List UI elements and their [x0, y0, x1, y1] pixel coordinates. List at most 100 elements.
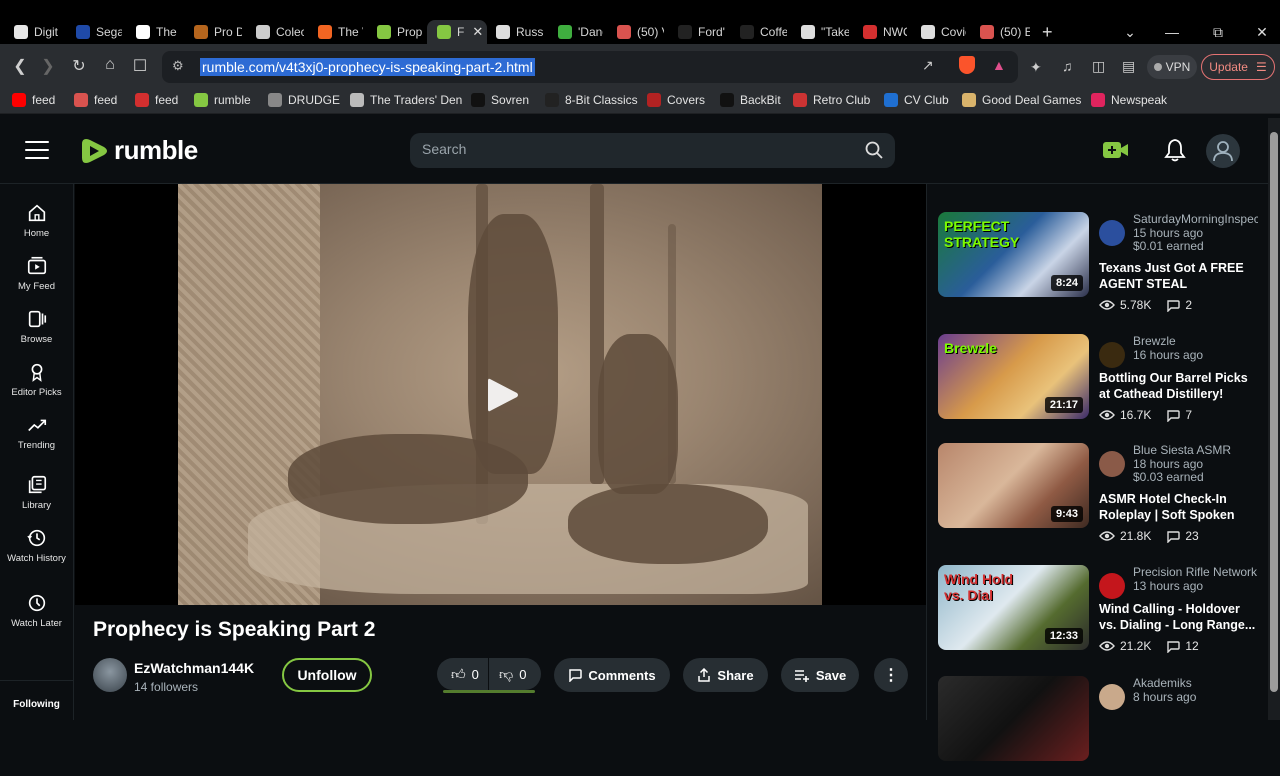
update-button[interactable]: Update ☰ — [1201, 54, 1275, 80]
related-channel-avatar[interactable] — [1099, 573, 1125, 599]
bookmark-item[interactable]: Good Deal Games — [962, 93, 1081, 107]
bookmark-item[interactable]: DRUDGE — [268, 93, 340, 107]
sidebar-item-library[interactable]: Library — [0, 474, 73, 511]
sidebar-toggle-icon[interactable]: ◫ — [1092, 58, 1105, 75]
browser-tab[interactable]: Digit — [4, 20, 62, 44]
vpn-button[interactable]: VPN — [1147, 55, 1197, 79]
browser-tab[interactable]: (50) E — [970, 20, 1030, 44]
new-tab-button[interactable]: + — [1042, 22, 1053, 43]
related-channel-avatar[interactable] — [1099, 684, 1125, 710]
related-channel-avatar[interactable] — [1099, 220, 1125, 246]
related-video-card[interactable]: Brewzle 21:17 Brewzle 16 hours ago Bottling … — [938, 334, 1258, 434]
bookmark-item[interactable]: Covers — [647, 93, 705, 107]
tab-search-chevron-icon[interactable]: ⌄ — [1108, 20, 1152, 44]
browser-tab[interactable]: Pro D — [184, 20, 242, 44]
close-tab-icon[interactable]: ✕ — [472, 24, 483, 40]
browser-tab[interactable]: F ✕ — [427, 20, 487, 44]
bookmark-item[interactable]: CV Club — [884, 93, 949, 107]
sidebar-item-watch-history[interactable]: Watch History — [0, 527, 73, 564]
related-video-card[interactable]: Wind Hold vs. Dial 12:33 Precision Rifle N… — [938, 565, 1258, 665]
browser-tab[interactable]: "Take — [791, 20, 849, 44]
brave-rewards-icon[interactable]: ▲ — [992, 57, 1006, 73]
sidebar-item-editor-picks[interactable]: Editor Picks — [0, 361, 73, 398]
forward-button[interactable]: ❯ — [38, 56, 58, 76]
search-icon[interactable] — [865, 141, 883, 159]
reload-button[interactable]: ↻ — [69, 56, 89, 76]
comments-button[interactable]: Comments — [554, 658, 670, 692]
bookmark-item[interactable]: Newspeak — [1091, 93, 1167, 107]
home-button[interactable]: ⌂ — [100, 56, 120, 74]
restore-button[interactable]: ⧉ — [1196, 20, 1240, 44]
bookmark-item[interactable]: rumble — [194, 93, 251, 107]
following-section-label[interactable]: Following — [0, 680, 73, 710]
search-input[interactable] — [422, 141, 842, 157]
sidebar-item-watch-later[interactable]: Watch Later — [0, 592, 73, 629]
minimize-button[interactable]: — — [1150, 20, 1194, 44]
browser-tab[interactable]: Sega — [66, 20, 122, 44]
site-info-icon[interactable]: ⚙ — [172, 58, 184, 74]
upvote-button[interactable]: 👍︎ 0 — [437, 658, 489, 690]
extensions-icon[interactable]: ✦ — [1030, 59, 1042, 76]
related-channel-name[interactable]: Blue Siesta ASMR — [1133, 443, 1258, 457]
play-button-icon[interactable] — [486, 376, 520, 414]
hamburger-menu-icon[interactable] — [25, 141, 49, 159]
related-channel-avatar[interactable] — [1099, 451, 1125, 477]
browser-tab[interactable]: Russi — [486, 20, 544, 44]
related-video-thumbnail[interactable]: Wind Hold vs. Dial 12:33 — [938, 565, 1089, 650]
unfollow-button[interactable]: Unfollow — [282, 658, 372, 692]
browser-tab[interactable]: Colec — [246, 20, 304, 44]
sidebar-item-my-feed[interactable]: My Feed — [0, 255, 73, 292]
related-video-title[interactable]: Texans Just Got A FREE AGENT STEAL — [1099, 260, 1259, 292]
brave-shield-icon[interactable] — [959, 56, 975, 74]
bookmark-item[interactable]: Retro Club — [793, 93, 870, 107]
browser-tab[interactable]: 'Dang — [548, 20, 603, 44]
url-text[interactable]: rumble.com/v4t3xj0-prophecy-is-speaking-… — [200, 58, 535, 76]
browser-tab[interactable]: The T — [126, 20, 180, 44]
bookmark-item[interactable]: BackBit — [720, 93, 781, 107]
browser-tab[interactable]: Covic — [911, 20, 966, 44]
share-icon[interactable]: ↗ — [922, 57, 934, 74]
bookmark-item[interactable]: The Traders' Den — [350, 93, 462, 107]
search-box[interactable] — [410, 133, 895, 168]
browser-tab[interactable]: Prop — [367, 20, 423, 44]
browser-tab[interactable]: Ford' — [668, 20, 726, 44]
downvote-button[interactable]: 👎︎ 0 — [489, 666, 526, 683]
sidebar-item-home[interactable]: Home — [0, 202, 73, 239]
related-video-thumbnail[interactable]: 9:43 — [938, 443, 1089, 528]
more-options-button[interactable]: ⋮ — [874, 658, 908, 692]
back-button[interactable]: ❮ — [10, 56, 30, 76]
related-video-card[interactable]: 9:43 Blue Siesta ASMR 18 hours ago $0.03 ea… — [938, 443, 1258, 543]
related-channel-name[interactable]: Akademiks — [1133, 676, 1258, 690]
bookmark-item[interactable]: feed — [12, 93, 55, 107]
bookmark-item[interactable]: feed — [74, 93, 117, 107]
save-button[interactable]: Save — [781, 658, 859, 692]
bookmark-item[interactable]: feed — [135, 93, 178, 107]
bookmark-item[interactable]: 8-Bit Classics — [545, 93, 638, 107]
related-channel-name[interactable]: Brewzle — [1133, 334, 1258, 348]
related-video-title[interactable]: Bottling Our Barrel Picks at Cathead Dis… — [1099, 370, 1259, 402]
user-avatar-button[interactable] — [1206, 134, 1240, 168]
related-video-thumbnail[interactable]: Brewzle 21:17 — [938, 334, 1089, 419]
sidebar-item-trending[interactable]: Trending — [0, 414, 73, 451]
related-channel-name[interactable]: SaturdayMorningInspect — [1133, 212, 1258, 226]
browser-tab[interactable]: NWO — [853, 20, 907, 44]
related-video-title[interactable]: Wind Calling - Holdover vs. Dialing - Lo… — [1099, 601, 1259, 633]
rumble-logo[interactable]: rumble — [80, 135, 198, 166]
browser-tab[interactable]: The V — [308, 20, 363, 44]
related-video-card[interactable]: Akademiks 8 hours ago — [938, 676, 1258, 776]
wallet-icon[interactable]: ▤ — [1122, 58, 1135, 75]
related-channel-avatar[interactable] — [1099, 342, 1125, 368]
channel-name[interactable]: EzWatchman144K — [134, 660, 254, 676]
browser-tab[interactable]: (50) V — [607, 20, 664, 44]
page-scrollbar[interactable] — [1268, 118, 1280, 720]
close-window-button[interactable]: ✕ — [1240, 20, 1280, 44]
scrollbar-thumb[interactable] — [1270, 132, 1278, 692]
related-video-title[interactable]: ASMR Hotel Check-In Roleplay | Soft Spok… — [1099, 491, 1259, 523]
related-video-card[interactable]: PERFECT STRATEGY 8:24 SaturdayMorningInspe… — [938, 212, 1258, 312]
related-channel-name[interactable]: Precision Rifle Network — [1133, 565, 1258, 579]
related-video-thumbnail[interactable]: PERFECT STRATEGY 8:24 — [938, 212, 1089, 297]
media-icon[interactable]: ♫ — [1062, 58, 1073, 74]
bookmark-button[interactable]: ☐ — [130, 56, 150, 76]
bookmark-item[interactable]: Sovren — [471, 93, 529, 107]
sidebar-item-browse[interactable]: Browse — [0, 308, 73, 345]
